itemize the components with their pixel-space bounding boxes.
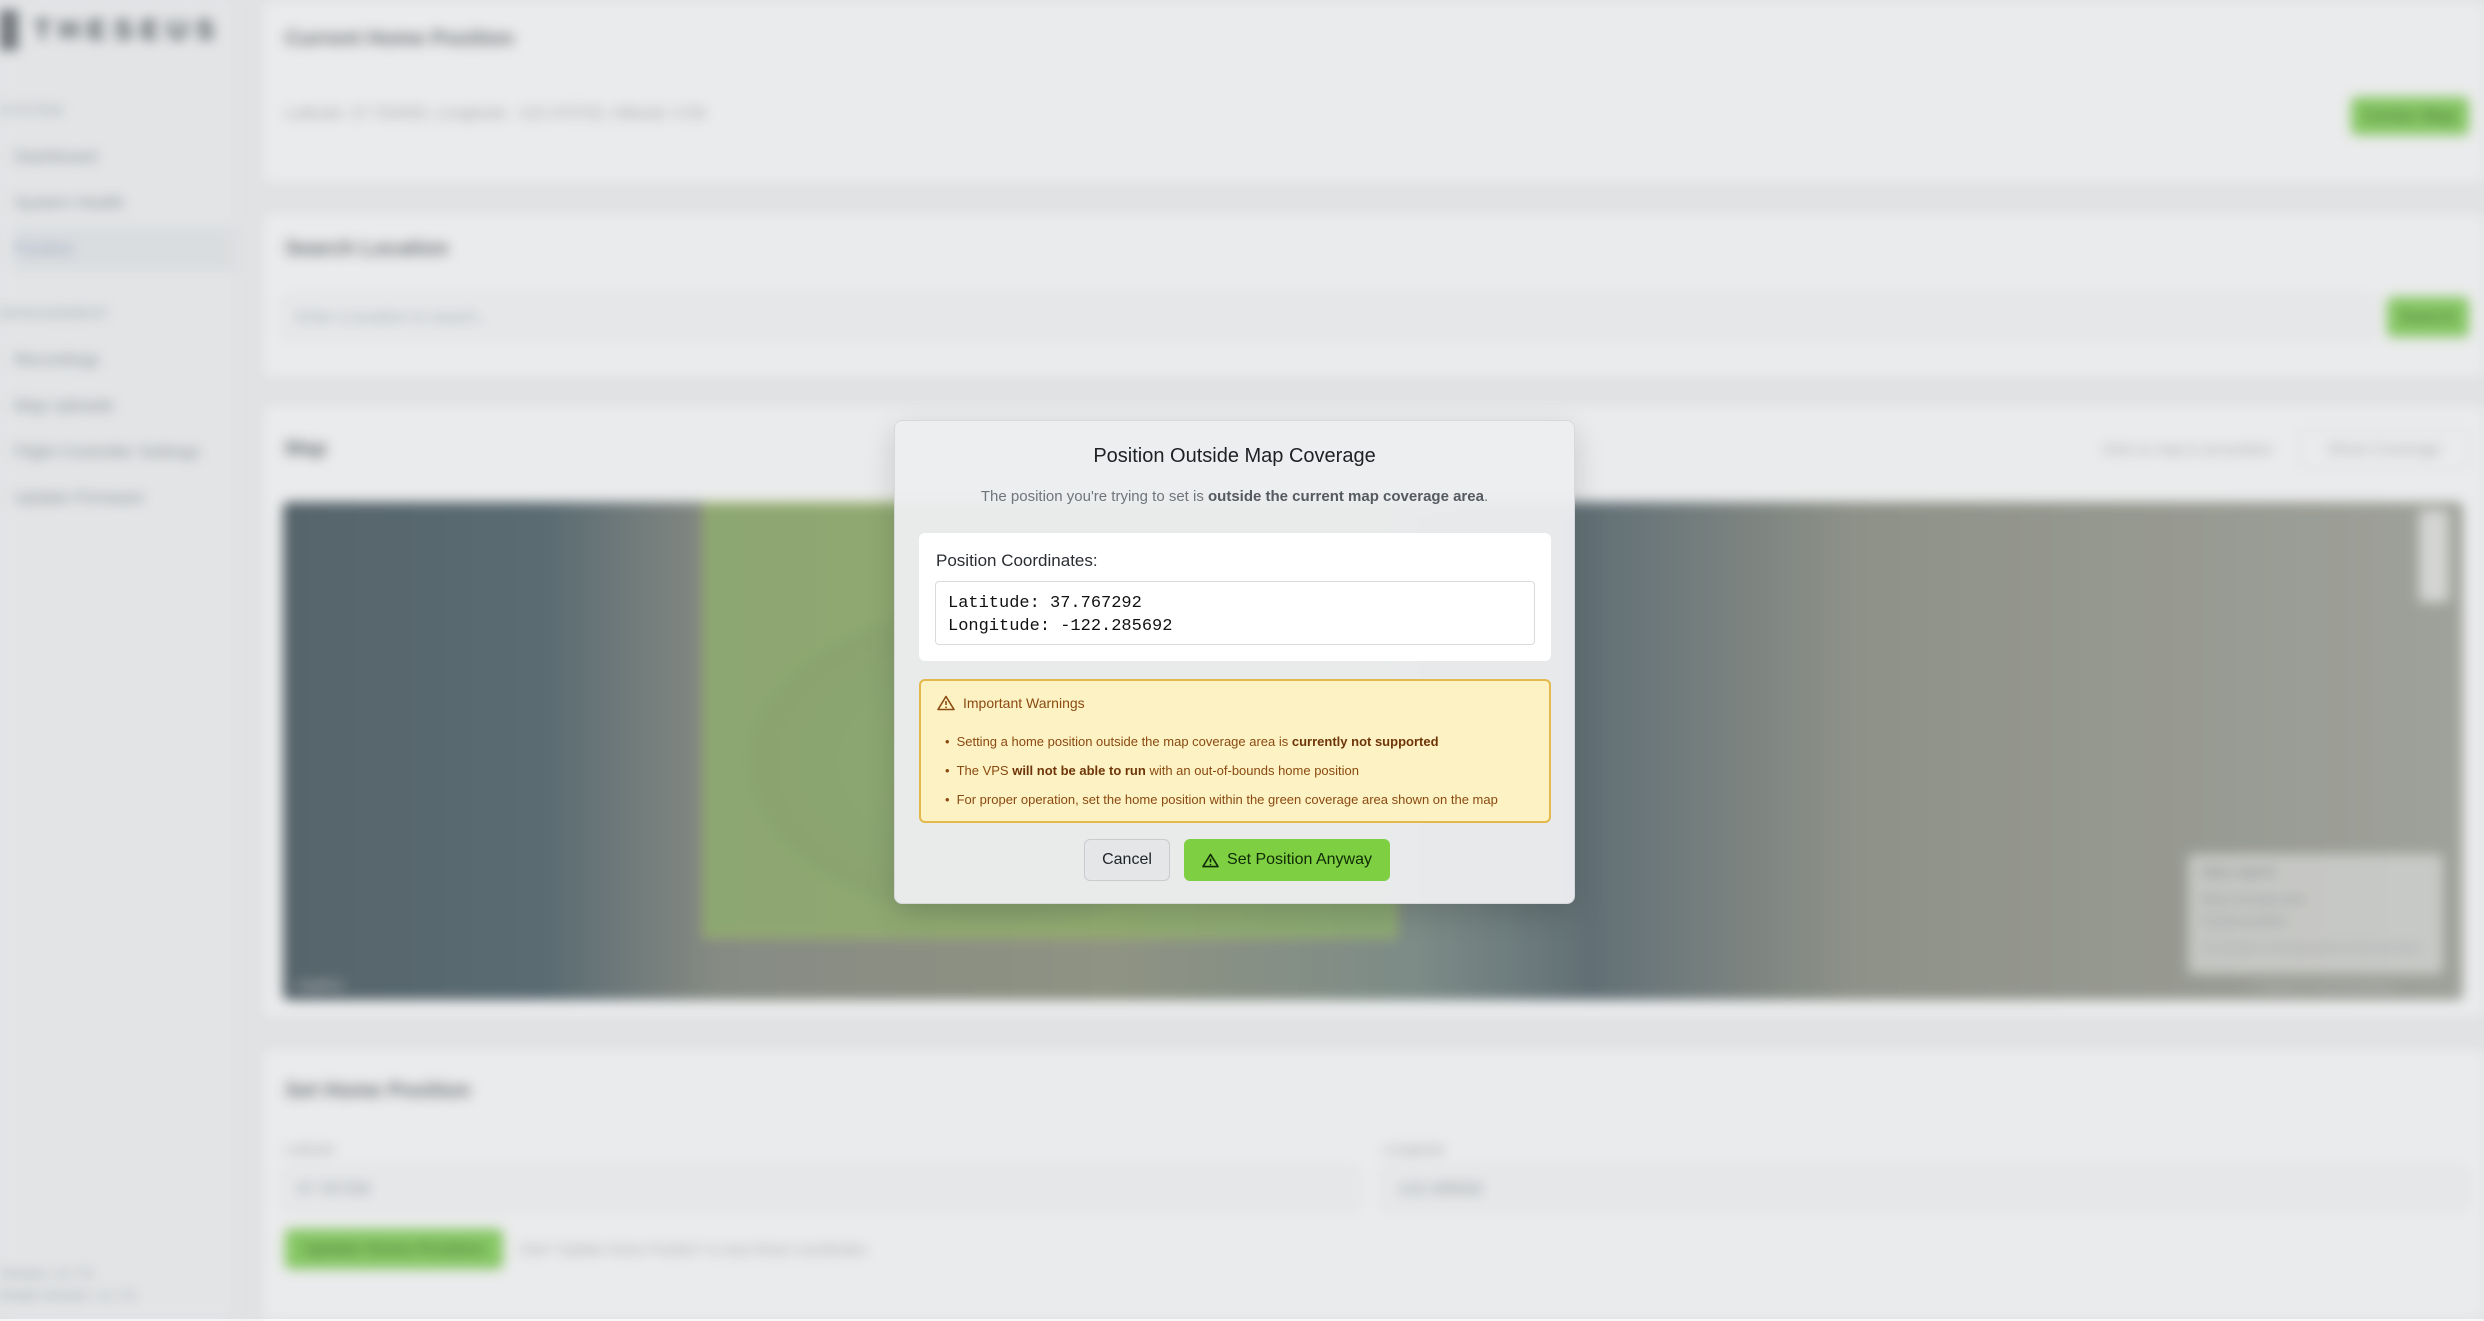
warning-2-text: The VPS: [956, 763, 1013, 778]
dialog-subtitle: The position you're trying to set is out…: [895, 488, 1574, 505]
subtitle-text: The position you're trying to set is: [980, 488, 1209, 505]
coordinates-label: Position Coordinates:: [936, 551, 1098, 570]
warning-triangle-icon: [937, 695, 955, 711]
warning-triangle-icon: [1202, 853, 1219, 868]
dialog-title: Position Outside Map Coverage: [1093, 445, 1376, 467]
warnings-panel: Important Warnings Setting a home positi…: [919, 679, 1551, 823]
position-warning-dialog: Position Outside Map Coverage The positi…: [894, 420, 1575, 904]
subtitle-emphasis: outside the current map coverage area: [1208, 488, 1484, 505]
subtitle-end: .: [1483, 488, 1489, 505]
warning-2-end: with an out-of-bounds home position: [1145, 763, 1360, 778]
warning-item: For proper operation, set the home posit…: [945, 785, 1498, 814]
latitude-line: Latitude: 37.767292: [948, 594, 1142, 613]
warning-1-text: Setting a home position outside the map …: [956, 734, 1292, 749]
coordinates-box: Latitude: 37.767292 Longitude: -122.2856…: [935, 581, 1535, 645]
warning-item: Setting a home position outside the map …: [945, 727, 1498, 756]
warning-1-emphasis: currently not supported: [1291, 734, 1439, 749]
warning-item: The VPS will not be able to run with an …: [945, 756, 1498, 785]
warnings-list: Setting a home position outside the map …: [945, 727, 1498, 814]
warning-3-text: For proper operation, set the home posit…: [956, 792, 1498, 807]
set-position-anyway-button[interactable]: Set Position Anyway: [1184, 839, 1390, 881]
longitude-line: Longitude: -122.285692: [948, 617, 1173, 636]
coordinates-panel: Position Coordinates: Latitude: 37.76729…: [919, 533, 1551, 661]
set-position-anyway-label: Set Position Anyway: [1227, 851, 1372, 868]
cancel-button[interactable]: Cancel: [1084, 839, 1170, 881]
warnings-header: Important Warnings: [937, 695, 1085, 711]
warning-2-emphasis: will not be able to run: [1012, 763, 1146, 778]
warnings-title: Important Warnings: [963, 695, 1085, 711]
